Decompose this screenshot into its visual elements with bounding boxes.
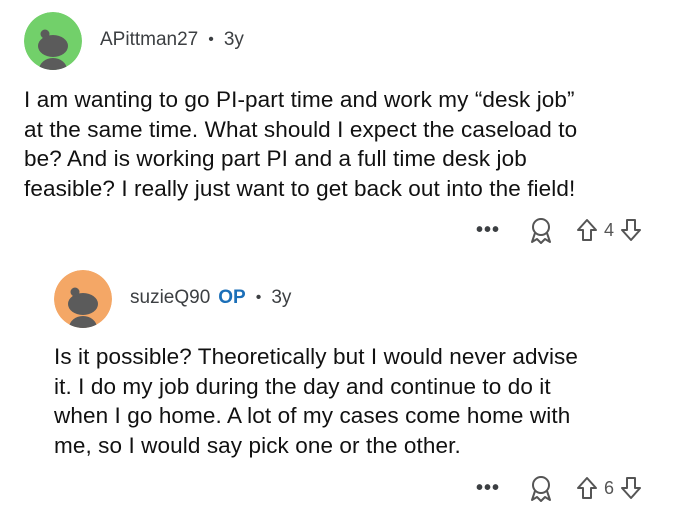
timestamp[interactable]: 3y	[271, 287, 291, 309]
username[interactable]: suzieQ90	[130, 287, 210, 309]
more-options-button[interactable]: •••	[468, 219, 508, 242]
meta-separator: •	[208, 31, 214, 48]
upvote-arrow-icon[interactable]	[576, 476, 598, 500]
comment-line: when I go home. A lot of my cases come h…	[54, 403, 571, 428]
downvote-arrow-icon[interactable]	[620, 476, 642, 500]
comment-line: me, so I would say pick one or the other…	[54, 432, 461, 458]
vote-score: 6	[604, 477, 615, 498]
comment-line: feasible? I really just want to get back…	[24, 175, 576, 201]
snoo-avatar-icon	[24, 12, 82, 70]
vote-score: 4	[604, 219, 615, 240]
more-options-button[interactable]: •••	[468, 477, 508, 500]
comment-actions: ••• 6	[468, 473, 642, 503]
timestamp[interactable]: 3y	[224, 29, 244, 51]
vote-controls: 4	[576, 218, 642, 242]
downvote-arrow-icon[interactable]	[620, 218, 642, 242]
snoo-avatar-icon	[54, 270, 112, 328]
comment-actions: ••• 4	[468, 215, 642, 245]
upvote-arrow-icon[interactable]	[576, 218, 598, 242]
comment-body: Is it possible? Theoretically but I woul…	[54, 342, 578, 460]
meta-separator: •	[255, 289, 262, 306]
comment-line: be? And is working part PI and a full ti…	[24, 146, 527, 171]
award-icon[interactable]	[526, 473, 556, 503]
comment-line: at the same time. What should I expect t…	[24, 116, 578, 142]
comment-meta: APittman27 • 3y	[100, 29, 244, 51]
comment-meta: suzieQ90 OP • 3y	[130, 287, 291, 309]
vote-controls: 6	[576, 476, 642, 500]
op-badge: OP	[218, 287, 246, 308]
comment-line: Is it possible? Theoretically but I woul…	[54, 344, 579, 369]
avatar[interactable]	[24, 12, 82, 70]
avatar[interactable]	[54, 270, 112, 328]
comment-line: it. I do my job during the day and conti…	[54, 373, 551, 399]
username[interactable]: APittman27	[100, 29, 198, 51]
comment-body: I am wanting to go PI-part time and work…	[24, 85, 577, 203]
award-icon[interactable]	[526, 215, 556, 245]
comment-line: I am wanting to go PI-part time and work…	[24, 87, 575, 112]
